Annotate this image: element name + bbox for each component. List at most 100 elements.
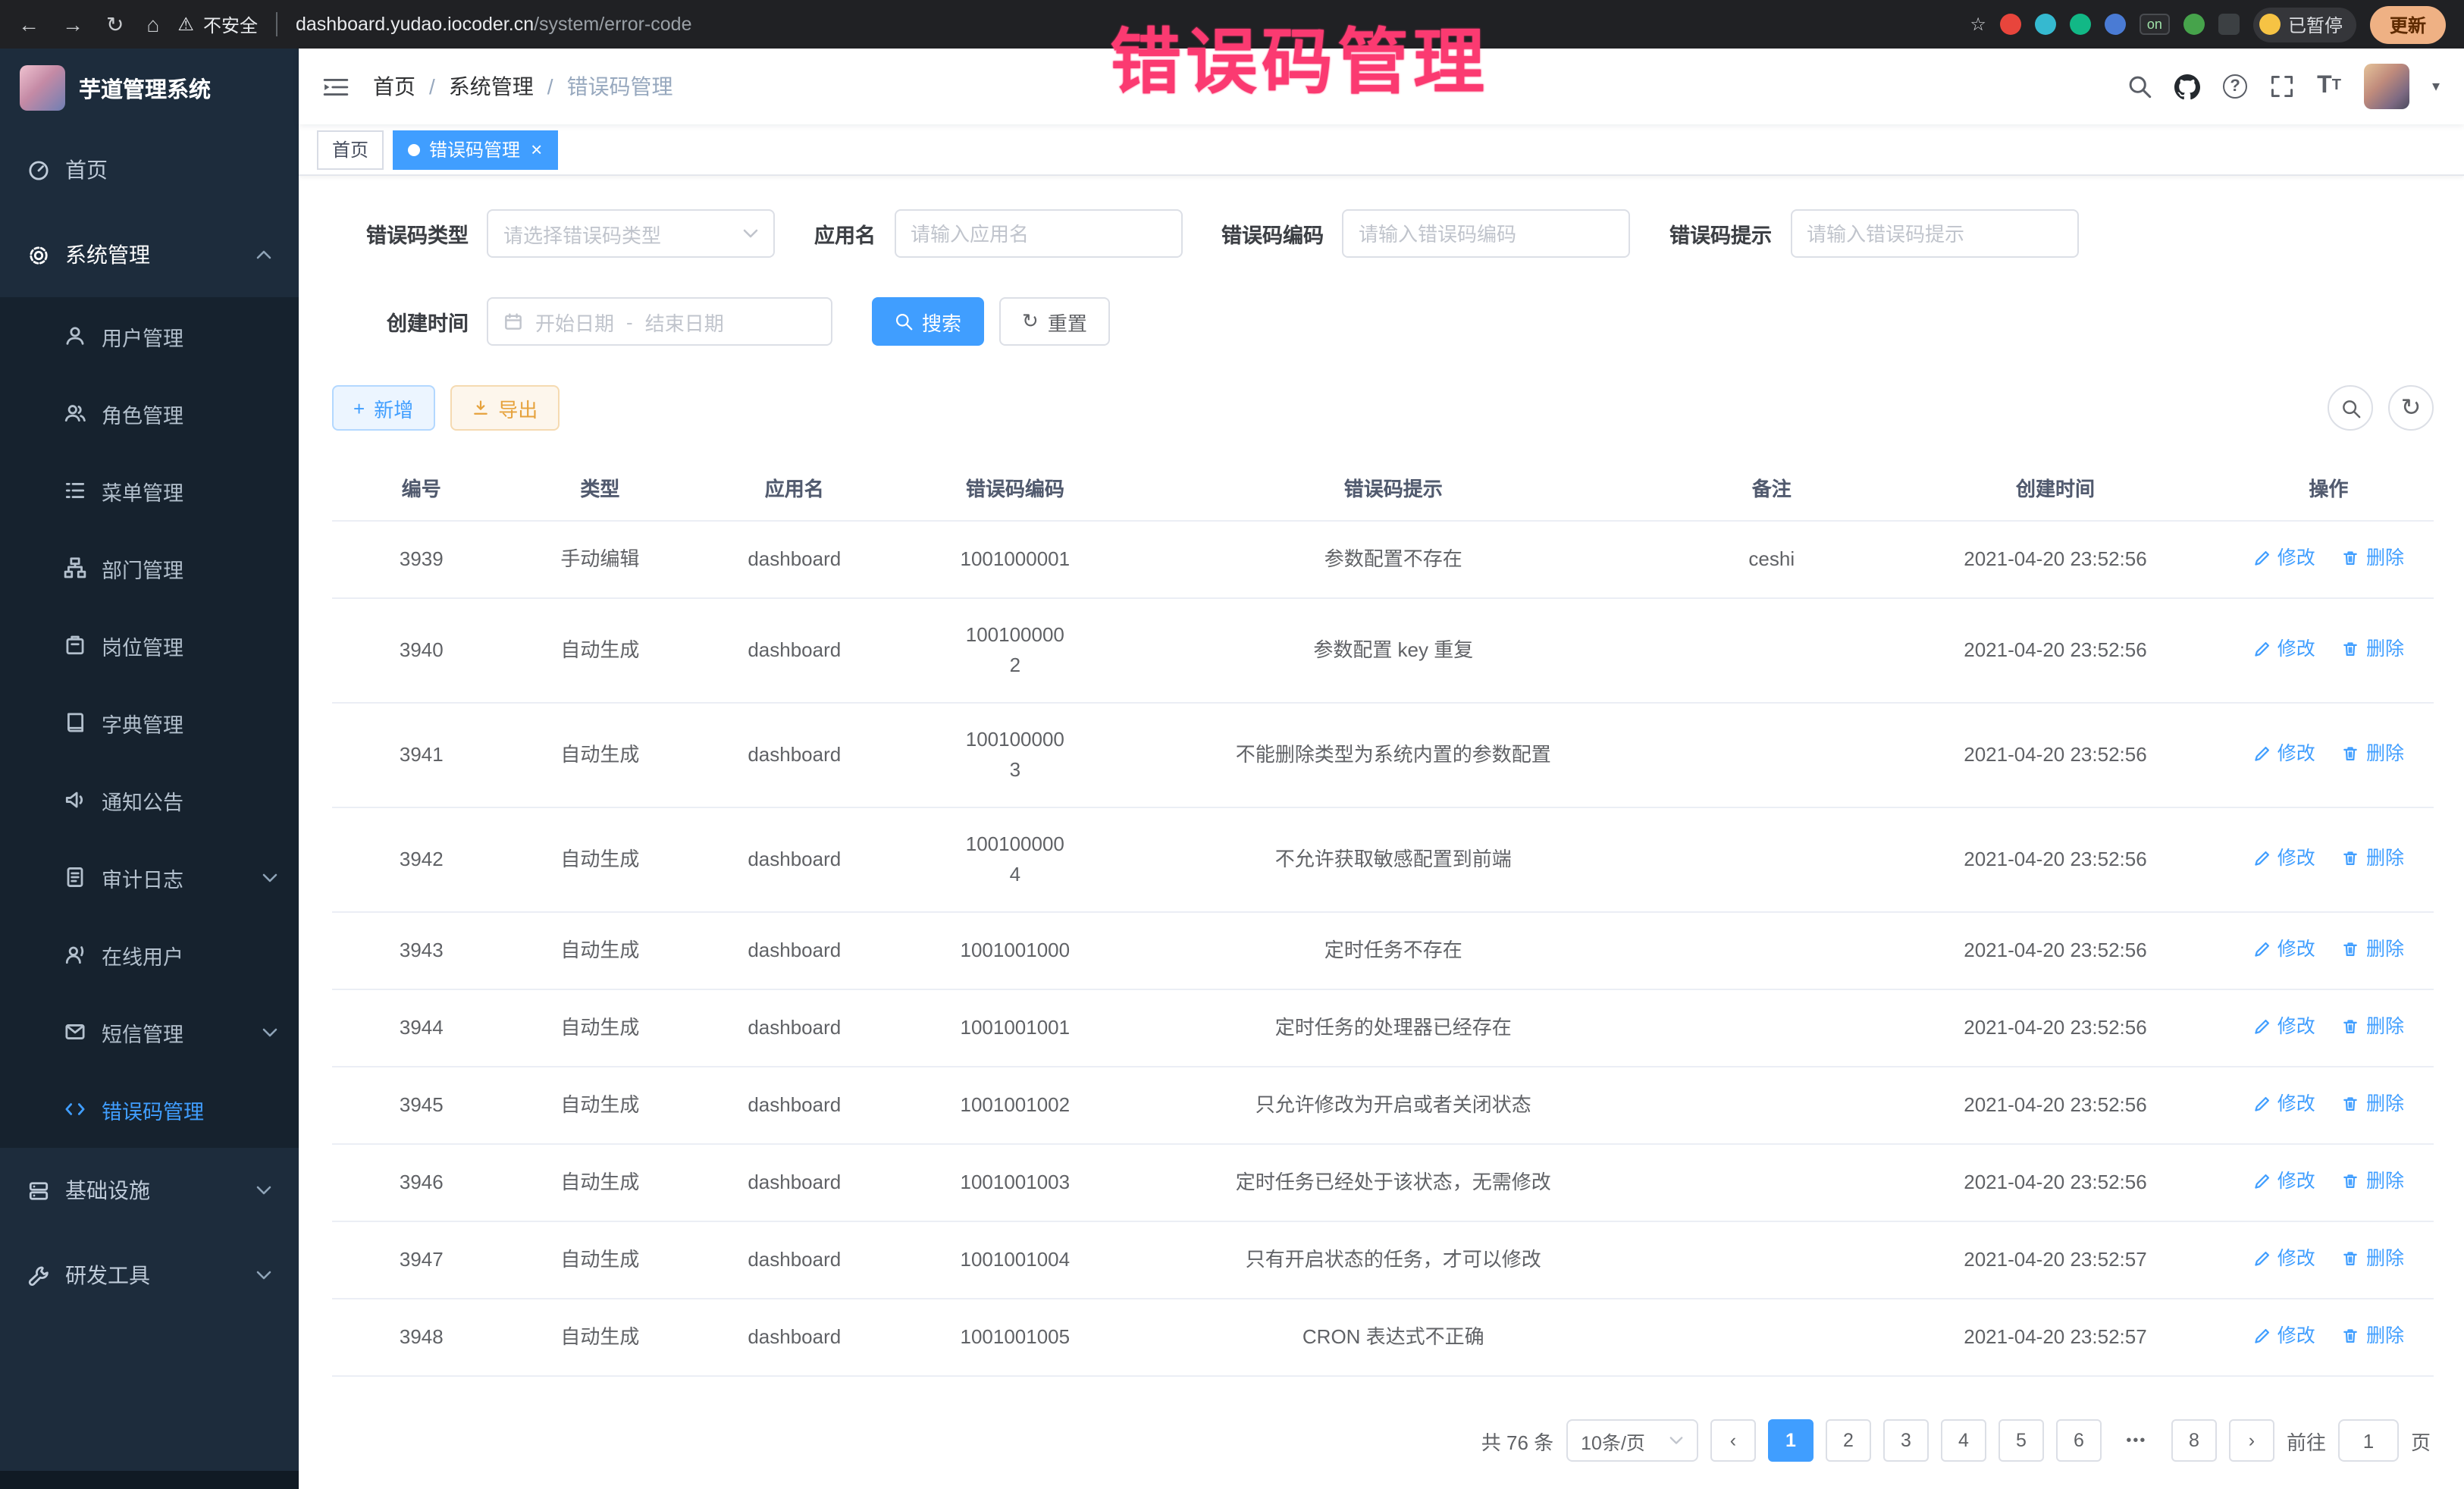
cell-remark [1656, 1144, 1887, 1221]
extension-blue-icon[interactable] [2105, 14, 2126, 35]
security-chip[interactable]: ⚠ 不安全 [177, 11, 258, 37]
app-name-input[interactable] [894, 209, 1182, 258]
extension-leaf-icon[interactable] [2183, 14, 2205, 35]
delete-link[interactable]: 删除 [2342, 1166, 2404, 1196]
edit-link[interactable]: 修改 [2253, 1166, 2315, 1196]
sidebar-logo[interactable]: 芋道管理系统 [0, 49, 299, 127]
delete-link[interactable]: 删除 [2342, 543, 2404, 573]
delete-link[interactable]: 删除 [2342, 738, 2404, 769]
forward-icon[interactable]: → [62, 14, 83, 35]
search-button[interactable]: 搜索 [872, 297, 984, 346]
next-page-button[interactable]: › [2229, 1419, 2274, 1462]
close-icon[interactable]: × [531, 139, 542, 159]
reload-icon[interactable]: ↻ [106, 14, 124, 35]
date-range-picker[interactable]: 开始日期 - 结束日期 [487, 297, 832, 346]
page-button-6[interactable]: 6 [2056, 1419, 2102, 1462]
error-msg-input[interactable] [1790, 209, 2078, 258]
toggle-search-button[interactable] [2328, 385, 2373, 431]
page-button-3[interactable]: 3 [1883, 1419, 1929, 1462]
extension-teal-icon[interactable] [2035, 14, 2056, 35]
address-bar[interactable]: dashboard.yudao.iocoder.cn/system/error-… [296, 14, 692, 35]
edit-link[interactable]: 修改 [2253, 1011, 2315, 1042]
edit-link[interactable]: 修改 [2253, 934, 2315, 964]
profile-paused-pill[interactable]: 已暂停 [2253, 7, 2356, 42]
user-avatar[interactable] [2364, 64, 2409, 109]
bookmark-star-icon[interactable]: ☆ [1970, 15, 1986, 33]
edit-link[interactable]: 修改 [2253, 634, 2315, 664]
sidebar-item-menus[interactable]: 菜单管理 [0, 452, 299, 529]
delete-link[interactable]: 删除 [2342, 1011, 2404, 1042]
error-type-select[interactable]: 请选择错误码类型 [487, 209, 775, 258]
tab-error-code[interactable]: 错误码管理 × [393, 130, 557, 169]
edit-link[interactable]: 修改 [2253, 1243, 2315, 1274]
fullscreen-icon[interactable] [2270, 74, 2294, 99]
sidebar-item-posts[interactable]: 岗位管理 [0, 607, 299, 684]
reset-button[interactable]: ↻ 重置 [999, 297, 1110, 346]
cell-msg: 定时任务的处理器已经存在 [1130, 989, 1656, 1067]
page-size-select[interactable]: 10条/页 [1566, 1419, 1698, 1462]
home-icon[interactable]: ⌂ [146, 14, 159, 35]
back-icon[interactable]: ← [18, 14, 39, 35]
pencil-icon [2253, 1095, 2271, 1113]
page-button-2[interactable]: 2 [1826, 1419, 1871, 1462]
edit-link[interactable]: 修改 [2253, 543, 2315, 573]
extension-on-badge[interactable]: on [2140, 14, 2170, 35]
browser-update-button[interactable]: 更新 [2370, 5, 2446, 43]
screen: ← → ↻ ⌂ ⚠ 不安全 dashboard.yudao.iocoder.cn… [0, 0, 2464, 1489]
pencil-icon [2253, 549, 2271, 567]
goto-page-input[interactable] [2338, 1419, 2399, 1462]
cell-code: 1001001004 [899, 1221, 1130, 1299]
tab-home[interactable]: 首页 [317, 130, 384, 169]
edit-link[interactable]: 修改 [2253, 1089, 2315, 1119]
page-ellipsis[interactable]: ••• [2114, 1419, 2159, 1462]
export-button[interactable]: 导出 [450, 385, 559, 431]
help-icon[interactable]: ? [2223, 74, 2247, 99]
sidebar-item-departments[interactable]: 部门管理 [0, 529, 299, 607]
sidebar-item-users[interactable]: 用户管理 [0, 297, 299, 375]
sidebar-item-audit-log[interactable]: 审计日志 [0, 839, 299, 916]
delete-link[interactable]: 删除 [2342, 1089, 2404, 1119]
sidebar-item-notice[interactable]: 通知公告 [0, 761, 299, 839]
delete-link[interactable]: 删除 [2342, 1321, 2404, 1351]
extension-red-icon[interactable] [2000, 14, 2021, 35]
extension-green-icon[interactable] [2070, 14, 2091, 35]
edit-link[interactable]: 修改 [2253, 738, 2315, 769]
sidebar-item-label: 用户管理 [102, 321, 183, 351]
refresh-table-button[interactable]: ↻ [2388, 385, 2434, 431]
delete-link[interactable]: 删除 [2342, 934, 2404, 964]
delete-link[interactable]: 删除 [2342, 1243, 2404, 1274]
sidebar-item-home[interactable]: 首页 [0, 127, 299, 212]
cell-time: 2021-04-20 23:52:56 [1887, 989, 2224, 1067]
sidebar-footer-strip[interactable] [0, 1471, 299, 1489]
delete-link[interactable]: 删除 [2342, 634, 2404, 664]
sidebar-item-error-code[interactable]: 错误码管理 [0, 1071, 299, 1148]
sidebar-item-dev-tools[interactable]: 研发工具 [0, 1233, 299, 1318]
sidebar-item-dict[interactable]: 字典管理 [0, 684, 299, 761]
hamburger-icon[interactable] [323, 75, 349, 98]
edit-link[interactable]: 修改 [2253, 843, 2315, 873]
breadcrumb-system[interactable]: 系统管理 [449, 71, 534, 102]
sidebar-item-online-users[interactable]: 在线用户 [0, 916, 299, 993]
font-size-icon[interactable]: TT [2317, 74, 2341, 99]
page-button-4[interactable]: 4 [1941, 1419, 1986, 1462]
delete-link[interactable]: 删除 [2342, 843, 2404, 873]
github-icon[interactable] [2174, 74, 2200, 99]
sidebar-item-infrastructure[interactable]: 基础设施 [0, 1148, 299, 1233]
error-code-input[interactable] [1342, 209, 1630, 258]
cell-remark [1656, 989, 1887, 1067]
sidebar-item-sms[interactable]: 短信管理 [0, 993, 299, 1071]
page-button-8[interactable]: 8 [2171, 1419, 2217, 1462]
avatar-caret-icon[interactable]: ▾ [2432, 78, 2440, 95]
extension-pin-icon[interactable] [2218, 14, 2240, 35]
sidebar-item-roles[interactable]: 角色管理 [0, 375, 299, 452]
search-icon[interactable] [2127, 74, 2152, 99]
add-button[interactable]: + 新增 [332, 385, 434, 431]
prev-page-button[interactable]: ‹ [1710, 1419, 1756, 1462]
envelope-icon [64, 1020, 86, 1043]
breadcrumb-home[interactable]: 首页 [373, 71, 415, 102]
page-button-5[interactable]: 5 [1998, 1419, 2044, 1462]
sidebar-item-system[interactable]: 系统管理 [0, 212, 299, 297]
cell-time: 2021-04-20 23:52:57 [1887, 1299, 2224, 1376]
edit-link[interactable]: 修改 [2253, 1321, 2315, 1351]
page-button-1[interactable]: 1 [1768, 1419, 1814, 1462]
